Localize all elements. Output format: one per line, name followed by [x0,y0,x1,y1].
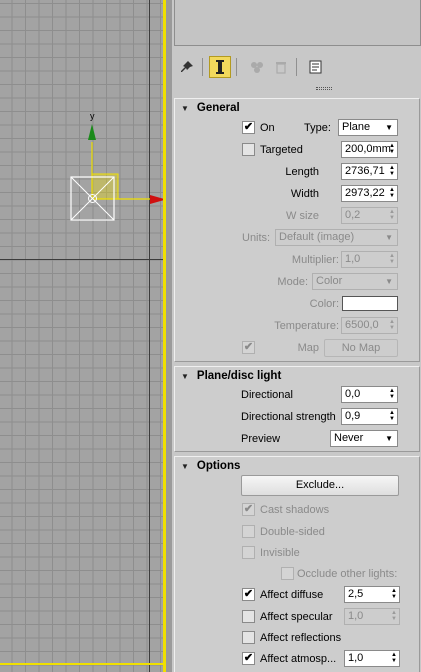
no-map-button[interactable]: No Map [324,339,398,357]
panel-grip[interactable] [316,87,332,90]
command-panel: ▼ General ✔ On Type: Plane ▼ Targeted 200… [172,0,421,672]
remove-modifier-button[interactable] [270,56,292,78]
exclude-button[interactable]: Exclude... [241,475,399,496]
affect-diffuse-checkbox[interactable]: ✔ [242,588,255,601]
type-dropdown[interactable]: Plane ▼ [338,119,398,136]
configure-modifier-sets-button[interactable] [305,56,327,78]
cast-shadows-label: Cast shadows [260,504,330,516]
wsize-spinner[interactable]: 0,2 ▲ ▼ [341,207,398,224]
viewport-grid-axis-horizontal [0,259,163,260]
cast-shadows-checkbox[interactable]: ✔ [242,503,255,516]
general-rollout: ▼ General ✔ On Type: Plane ▼ Targeted 200… [174,98,420,362]
map-label: Map [297,342,319,354]
double-sided-label: Double-sided [260,526,325,538]
targeted-label: Targeted [260,144,303,156]
occlude-other-lights-label: Occlude other lights: [297,568,398,580]
make-unique-icon [251,62,263,73]
affect-specular-checkbox[interactable] [242,610,255,623]
spinner-arrows-icon: ▲ ▼ [389,253,395,265]
general-rollout-title: General [196,102,240,114]
spinner-arrows-icon: ▲ ▼ [389,165,395,177]
spinner-arrows-icon: ▲ ▼ [389,209,395,221]
preview-label: Preview [241,433,281,445]
rollout-expanded-icon: ▼ [181,103,189,113]
affect-diffuse-label: Affect diffuse [260,589,324,601]
spinner-arrows-icon: ▲ ▼ [389,388,395,400]
preview-dropdown[interactable]: Never ▼ [330,430,398,447]
affect-reflections-label: Affect reflections [260,632,342,644]
chevron-down-icon: ▼ [385,277,393,286]
spinner-arrows-icon: ▲ ▼ [391,588,397,600]
rollout-expanded-icon: ▼ [181,371,189,381]
color-label: Color: [309,298,339,310]
on-label: On [260,122,275,134]
length-label: Length [285,166,319,178]
gizmo-y-arrow [88,124,96,140]
map-checkbox[interactable]: ✔ [242,341,255,354]
viewport-active-border-bottom [0,663,163,665]
affect-diffuse-spinner[interactable]: 2,5 ▲ ▼ [344,586,400,603]
options-rollout: ▼ Options Exclude... ✔ Cast shadows Doub… [174,456,420,672]
general-rollout-header[interactable]: ▼ General [175,99,419,117]
affect-specular-spinner[interactable]: 1,0 ▲ ▼ [344,608,400,625]
directional-label: Directional [241,389,293,401]
gizmo-y-label: y [90,111,95,121]
width-label: Width [290,188,319,200]
affect-atmospherics-checkbox[interactable]: ✔ [242,652,255,665]
occlude-other-lights-checkbox[interactable] [281,567,294,580]
plane-disc-rollout-header[interactable]: ▼ Plane/disc light [175,367,419,385]
invisible-label: Invisible [260,547,300,559]
directional-spinner[interactable]: 0,0 ▲ ▼ [341,386,398,403]
mode-label: Mode: [277,276,308,288]
spinner-arrows-icon: ▲ ▼ [391,652,397,664]
type-label: Type: [304,122,331,134]
double-sided-checkbox[interactable] [242,525,255,538]
pin-stack-button[interactable] [176,56,198,78]
plane-disc-rollout-title: Plane/disc light [196,370,282,382]
options-rollout-title: Options [196,460,241,472]
directional-strength-label: Directional strength [241,411,336,423]
options-rollout-header[interactable]: ▼ Options [175,457,419,475]
mode-dropdown[interactable]: Color ▼ [312,273,398,290]
modifier-stack-icon [216,60,224,74]
units-dropdown[interactable]: Default (image) ▼ [275,229,398,246]
spinner-arrows-icon: ▲ ▼ [389,143,395,155]
show-end-result-button[interactable] [209,56,231,78]
chevron-down-icon: ▼ [385,434,393,443]
temperature-label: Temperature: [274,320,339,332]
spinner-arrows-icon: ▲ ▼ [389,319,395,331]
modifier-toolbar [172,52,421,82]
spinner-arrows-icon: ▲ ▼ [391,610,397,622]
temperature-spinner[interactable]: 6500,0 ▲ ▼ [341,317,398,334]
pin-icon [181,61,193,72]
on-checkbox[interactable]: ✔ [242,121,255,134]
configure-sets-icon [309,60,322,74]
color-swatch[interactable] [342,296,398,311]
targeted-distance-spinner[interactable]: 200,0mm ▲ ▼ [341,141,398,158]
directional-strength-spinner[interactable]: 0,9 ▲ ▼ [341,408,398,425]
targeted-checkbox[interactable] [242,143,255,156]
make-unique-button[interactable] [246,56,268,78]
affect-atmospherics-label: Affect atmosp... [260,653,337,665]
chevron-down-icon: ▼ [385,123,393,132]
multiplier-spinner[interactable]: 1,0 ▲ ▼ [341,251,398,268]
invisible-checkbox[interactable] [242,546,255,559]
spinner-arrows-icon: ▲ ▼ [389,187,395,199]
multiplier-label: Multiplier: [291,254,339,266]
affect-specular-label: Affect specular [260,611,333,623]
units-label: Units: [242,232,271,244]
spinner-arrows-icon: ▲ ▼ [389,410,395,422]
modifier-stack-list[interactable] [174,0,421,46]
length-spinner[interactable]: 2736,71 ▲ ▼ [341,163,398,180]
plane-disc-rollout: ▼ Plane/disc light Directional 0,0 ▲ ▼ Dir… [174,366,420,452]
width-spinner[interactable]: 2973,22 ▲ ▼ [341,185,398,202]
affect-atmospherics-spinner[interactable]: 1,0 ▲ ▼ [344,650,400,667]
light-gizmo[interactable]: y [0,0,170,240]
rollout-expanded-icon: ▼ [181,461,189,471]
remove-modifier-icon [276,62,286,74]
wsize-label: W size [286,210,319,222]
chevron-down-icon: ▼ [385,233,393,242]
affect-reflections-checkbox[interactable] [242,631,255,644]
